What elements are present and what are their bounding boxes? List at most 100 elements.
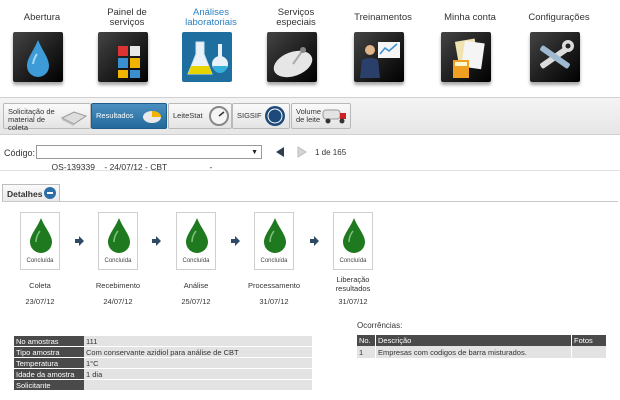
details-title: Detalhes [7,189,43,199]
info-value: 1 dia [84,368,312,380]
presenter-icon [354,32,404,82]
table-row: 1 Empresas com codigos de barra misturad… [357,346,607,358]
stage-name: Coleta [29,281,51,290]
nav-label: Minha conta [444,12,496,23]
info-key: Temperatura [14,357,84,369]
sigsif-seal-icon [265,106,285,126]
flow-arrow-icon [75,236,84,246]
code-row: Código: OS-139339 - 24/07/12 - CBT - ▼ 1… [0,145,620,172]
tab-leitestat[interactable]: LeiteStat [168,103,232,129]
gauge-icon [209,106,229,126]
sample-info-table: No amostras 111 Tipo amostra Com conservan… [14,336,312,391]
previous-arrow-icon[interactable] [274,146,286,158]
stage-name: Processamento [247,281,301,290]
flow-arrow-icon [152,236,161,246]
nav-abertura[interactable]: Abertura [0,8,84,82]
tools-icon [530,32,580,82]
stage-card: Concluída [254,212,294,270]
next-arrow-icon[interactable] [296,146,308,158]
nav-minha-conta[interactable]: Minha conta [428,8,512,82]
tab-label: Resultados [96,111,134,120]
green-drop-icon [30,218,52,253]
stage-date: 31/07/12 [338,297,368,306]
tab-label: SIGSIF [237,111,262,120]
stage-name: Liberação resultados [335,275,371,293]
nav-analises-laboratoriais[interactable]: Análises laboratoriais [169,7,253,82]
stage-status: Concluída [182,258,210,264]
nav-label: Abertura [23,12,61,23]
chevron-down-icon: ▼ [251,149,258,156]
pager-text: 1 de 165 [315,148,347,157]
table-header-row: No. Descrição Fotos [357,335,607,346]
water-drop-icon [13,32,63,82]
nav-label: Treinamentos [354,12,412,23]
details-toggle[interactable]: Detalhes [2,184,60,202]
column-header: Fotos [571,335,607,346]
info-key: Tipo amostra [14,346,84,358]
info-value: Com conservante azidiol para análise de … [84,346,312,358]
flow-arrow-icon [310,236,319,246]
info-value [84,379,312,391]
tab-sigsif[interactable]: SIGSIF [232,103,290,129]
nav-servicos-especiais[interactable]: Serviços especiais [254,7,338,82]
green-drop-icon [264,218,286,253]
nav-label: Análises laboratoriais [185,7,237,28]
tab-label: Volume de leite [296,107,322,124]
nav-configuracoes[interactable]: Configurações [517,8,601,82]
code-label: Código: [4,148,36,158]
occurrences-title: Ocorrências: [357,321,403,330]
sub-toolbar: Solicitação de material de coleta Result… [0,97,620,135]
stage-name: Recebimento [95,281,141,290]
nav-painel-servicos[interactable]: Painel de serviços [85,7,169,82]
stage-date: 24/07/12 [103,297,133,306]
details-divider [2,201,618,202]
green-drop-icon [343,218,365,253]
stage-card: Concluída [176,212,216,270]
tab-label: Solicitação de material de coleta [8,107,55,132]
tab-solicitacao-material[interactable]: Solicitação de material de coleta [3,103,91,132]
stage-status: Concluída [104,258,132,264]
table-row: Idade da amostra 1 dia [14,368,312,380]
occurrence-photos [571,346,607,358]
milk-truck-icon [322,109,346,124]
nav-label: Configurações [528,12,590,23]
info-value: 111 [84,336,312,347]
sample-box-icon [60,111,88,126]
lab-flask-icon [182,32,232,82]
stage-card: Concluída [20,212,60,270]
dashboard-grid-icon [98,32,148,82]
collapse-icon[interactable] [44,187,56,199]
table-row: Tipo amostra Com conservante azidiol para… [14,346,312,358]
tab-label: LeiteStat [173,111,203,120]
occurrence-description: Empresas com codigos de barra misturados… [375,346,572,358]
stage-status: Concluída [339,258,367,264]
column-header: Descrição [375,335,572,346]
info-key: Idade da amostra [14,368,84,380]
info-value: 1°C [84,357,312,369]
column-header: No. [357,335,376,346]
satellite-dish-icon [267,32,317,82]
tab-volume-leite[interactable]: Volume de leite [291,103,351,129]
nav-label: Painel de serviços [107,7,147,28]
divider [0,170,620,171]
top-navigation: Abertura Painel de serviços Análises lab… [0,0,620,92]
stage-status: Concluída [26,258,54,264]
code-select[interactable]: OS-139339 - 24/07/12 - CBT - ▼ [36,145,262,172]
green-drop-icon [186,218,208,253]
tab-resultados[interactable]: Resultados [91,103,167,129]
pie-chart-icon [143,111,161,123]
nav-treinamentos[interactable]: Treinamentos [341,8,425,82]
stage-date: 25/07/12 [181,297,211,306]
green-drop-icon [108,218,130,253]
stage-date: 23/07/12 [25,297,55,306]
table-row: No amostras 111 [14,336,312,347]
stage-card: Concluída [98,212,138,270]
info-key: No amostras [14,336,84,347]
stage-status: Concluída [260,258,288,264]
nav-label: Serviços especiais [276,7,316,28]
info-key: Solicitante [14,379,84,391]
occurrences-table: No. Descrição Fotos 1 Empresas com codig… [357,335,607,358]
flow-arrow-icon [231,236,240,246]
stage-card: Concluída [333,212,373,270]
occurrence-no: 1 [357,346,376,358]
